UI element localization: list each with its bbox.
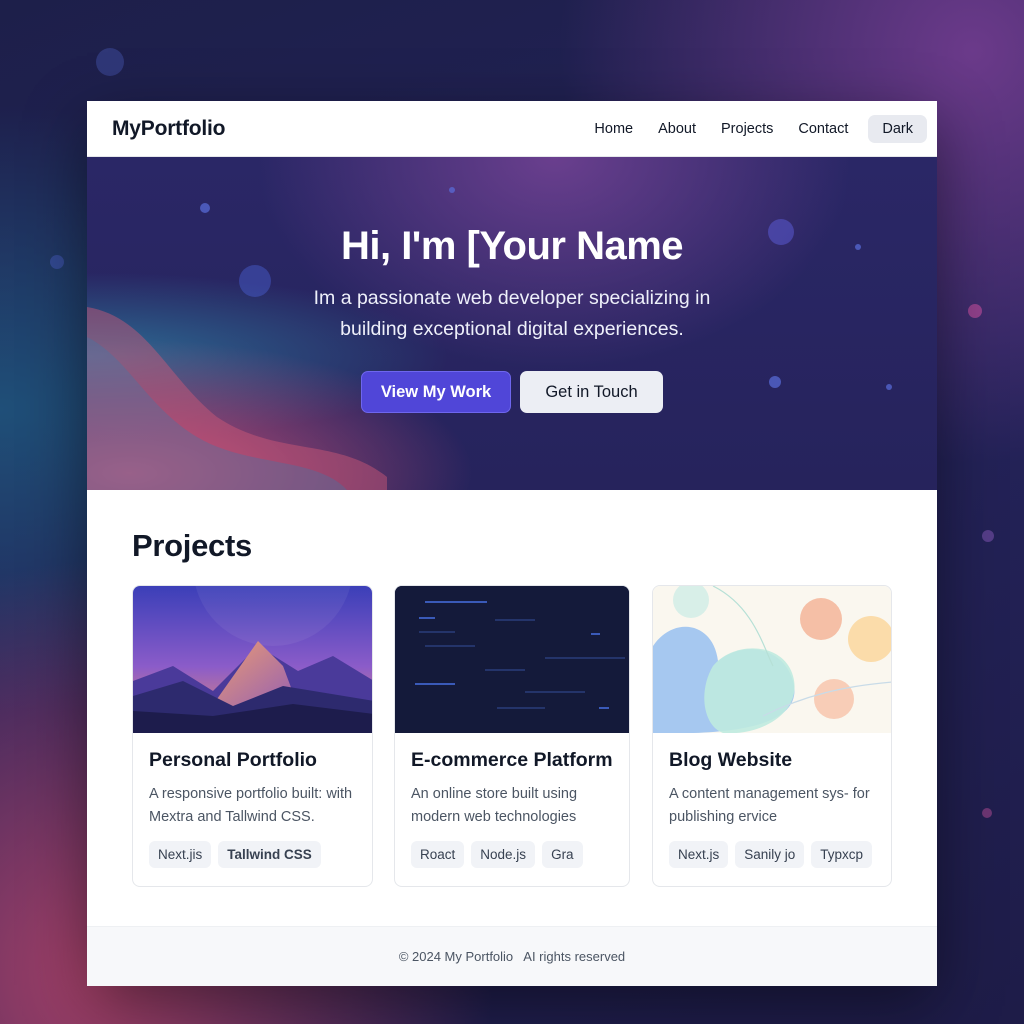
hero-actions: View My Work Get in Touch (87, 371, 937, 413)
background-dot (968, 304, 982, 318)
page-footer: © 2024 My Portfolio AI rights reserved (87, 926, 937, 986)
project-card-personal-portfolio[interactable]: Personal Portfolio A responsive portfoli… (132, 585, 373, 887)
tag: Sanily jo (735, 841, 805, 868)
tag-list: Next.jis Tallwind CSS (149, 841, 356, 868)
nav-link-contact[interactable]: Contact (798, 121, 848, 137)
project-title: E-commerce Platform (411, 749, 613, 771)
projects-section: Projects Personal Portfolio A responsive… (87, 490, 937, 927)
mountain-illustration-thumbnail (133, 586, 372, 733)
project-title: Personal Portfolio (149, 749, 317, 771)
nav-link-about[interactable]: About (658, 121, 696, 137)
pastel-blobs (653, 586, 891, 733)
project-description: An online store built using modern web t… (411, 786, 578, 825)
tag: Next.jis (149, 841, 212, 868)
tag: Node.js (471, 841, 536, 868)
pastel-blobs-thumbnail (653, 586, 891, 733)
card-body: Blog Website A content management sys- f… (653, 733, 891, 868)
nav-link-home[interactable]: Home (594, 121, 633, 137)
tag-list: Roact Node.js Gra (411, 841, 613, 868)
site-logo[interactable]: MyPortfolio (112, 117, 225, 141)
view-my-work-button[interactable]: View My Work (361, 371, 511, 413)
tag: Tallwind CSS (218, 841, 321, 868)
get-in-touch-button[interactable]: Get in Touch (520, 371, 663, 413)
project-description: A responsive portfolio built: with Mextr… (149, 786, 353, 825)
tag-list: Next.js Sanily jo Typxcp (669, 841, 875, 868)
hero-subtitle: Im a passionate web developer specializi… (313, 287, 711, 340)
card-body: Personal Portfolio A responsive portfoli… (133, 733, 372, 868)
top-nav: MyPortfolio Home About Projects Contact … (87, 101, 937, 157)
background-dot (50, 255, 64, 269)
hero-section: Hi, I'm [Your Name Im a passionate web d… (87, 157, 937, 490)
nav-links: Home About Projects Contact Dark (569, 114, 927, 143)
project-card-blog-website[interactable]: Blog Website A content management sys- f… (652, 585, 892, 887)
projects-heading: Projects (132, 528, 252, 563)
background-dot (96, 48, 124, 76)
hero-title: Hi, I'm [Your Name (340, 224, 684, 268)
background-dot (982, 808, 992, 818)
card-body: E-commerce Platform An online store buil… (395, 733, 629, 868)
mountain-illustration (133, 586, 372, 733)
project-title: Blog Website (669, 749, 793, 771)
tag: Gra (542, 841, 583, 868)
dark-code-lines-thumbnail (395, 586, 629, 733)
browser-page: MyPortfolio Home About Projects Contact … (87, 101, 937, 986)
project-cards: Personal Portfolio A responsive portfoli… (132, 585, 892, 887)
dark-code-lines (395, 586, 629, 733)
theme-toggle-button[interactable]: Dark (868, 114, 927, 143)
tag: Typxcp (811, 841, 873, 868)
project-card-ecommerce-platform[interactable]: E-commerce Platform An online store buil… (394, 585, 630, 887)
copyright-text: © 2024 My Portfolio AI rights reserved (398, 949, 626, 964)
project-description: A content management sys- for publishing… (669, 786, 870, 825)
nav-link-projects[interactable]: Projects (721, 121, 773, 137)
tag: Roact (411, 841, 465, 868)
tag: Next.js (669, 841, 729, 868)
background-dot (982, 530, 994, 542)
